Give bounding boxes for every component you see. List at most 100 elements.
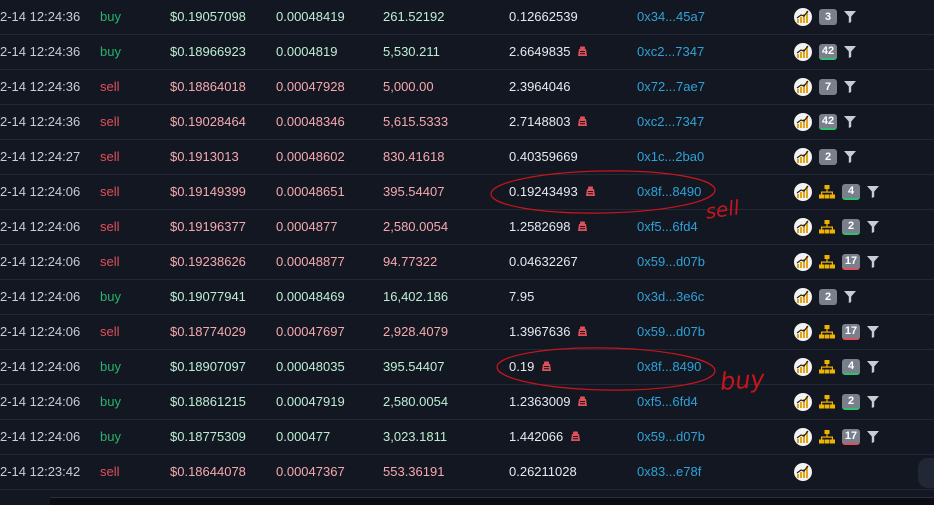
trade-price-usd: $0.19238626	[170, 254, 246, 269]
filter-icon[interactable]	[867, 326, 879, 338]
trade-row: 2-14 12:24:06 sell $0.19196377 0.0004877 2,5…	[0, 210, 934, 245]
chart-coin-icon[interactable]	[794, 253, 812, 271]
trade-total: 0.19	[509, 359, 535, 374]
trade-total: 7.95	[509, 289, 535, 304]
filter-icon[interactable]	[844, 46, 856, 58]
chart-coin-icon[interactable]	[794, 183, 812, 201]
trade-time: 2-14 12:24:06	[0, 219, 81, 234]
maker-address-link[interactable]: 0x8f...8490	[637, 350, 701, 384]
trade-total-cell: 0.12662539	[509, 0, 578, 34]
chart-coin-icon[interactable]	[794, 463, 812, 481]
trade-price-base: 0.00047928	[276, 79, 345, 94]
trade-time: 2-14 12:24:06	[0, 394, 81, 409]
whale-icon	[577, 106, 588, 126]
trade-amount: 2,580.0054	[383, 394, 449, 409]
maker-address-link[interactable]: 0x59...d07b	[637, 315, 705, 349]
maker-address-link[interactable]: 0x34...45a7	[637, 0, 705, 34]
maker-address-link[interactable]: 0x59...d07b	[637, 245, 705, 279]
maker-address-link[interactable]: 0xf5...6fd4	[637, 210, 698, 244]
trade-time: 2-14 12:24:36	[0, 44, 81, 59]
chart-coin-icon[interactable]	[794, 8, 812, 26]
trade-side: buy	[100, 429, 121, 444]
filter-icon[interactable]	[844, 291, 856, 303]
whale-icon	[577, 316, 588, 336]
trade-count-badge[interactable]: 4	[842, 359, 860, 375]
maker-address-link[interactable]: 0x3d...3e6c	[637, 280, 704, 314]
trade-total: 1.2363009	[509, 394, 571, 409]
chart-coin-icon[interactable]	[794, 428, 812, 446]
hierarchy-icon[interactable]	[819, 220, 835, 234]
chart-coin-icon[interactable]	[794, 113, 812, 131]
filter-icon[interactable]	[844, 81, 856, 93]
filter-icon[interactable]	[867, 361, 879, 373]
trade-count-badge[interactable]: 2	[842, 394, 860, 410]
filter-icon[interactable]	[867, 256, 879, 268]
maker-address-link[interactable]: 0x59...d07b	[637, 420, 705, 454]
trade-amount: 94.77322	[383, 254, 438, 269]
chart-coin-icon[interactable]	[794, 288, 812, 306]
chart-coin-icon[interactable]	[794, 148, 812, 166]
trade-time: 2-14 12:23:42	[0, 464, 81, 479]
trade-count-badge[interactable]: 17	[842, 254, 860, 270]
trade-count-badge[interactable]: 17	[842, 429, 860, 445]
trade-price-usd: $0.18907097	[170, 359, 246, 374]
maker-address-link[interactable]: 0x83...e78f	[637, 455, 701, 489]
chart-coin-icon[interactable]	[794, 358, 812, 376]
filter-icon[interactable]	[867, 221, 879, 233]
trade-price-base: 0.000477	[276, 429, 331, 444]
hierarchy-icon[interactable]	[819, 185, 835, 199]
whale-icon	[577, 386, 588, 406]
maker-address-link[interactable]: 0x72...7ae7	[637, 70, 705, 104]
hierarchy-icon[interactable]	[819, 325, 835, 339]
row-actions: 2	[794, 385, 879, 419]
trade-count-badge[interactable]: 42	[819, 114, 837, 130]
trade-count-badge[interactable]: 2	[842, 219, 860, 235]
trade-count-badge[interactable]: 42	[819, 44, 837, 60]
row-actions: 42	[794, 35, 856, 69]
maker-address-link[interactable]: 0x8f...8490	[637, 175, 701, 209]
trade-total-cell: 0.26211028	[509, 455, 577, 489]
row-actions: 17	[794, 420, 879, 454]
trade-amount: 5,615.5333	[383, 114, 449, 129]
trade-price-usd: $0.1913013	[170, 149, 239, 164]
filter-icon[interactable]	[867, 396, 879, 408]
chart-coin-icon[interactable]	[794, 218, 812, 236]
filter-icon[interactable]	[844, 151, 856, 163]
trade-count-badge[interactable]: 17	[842, 324, 860, 340]
trade-total: 1.3967636	[509, 324, 571, 339]
chart-coin-icon[interactable]	[794, 43, 812, 61]
chart-coin-icon[interactable]	[794, 323, 812, 341]
trade-total-cell: 2.3964046	[509, 70, 570, 104]
trade-amount: 16,402.186	[383, 289, 449, 304]
hierarchy-icon[interactable]	[819, 255, 835, 269]
trade-row: 2-14 12:24:06 buy $0.18907097 0.00048035 395…	[0, 350, 934, 385]
trade-total-cell: 1.2363009	[509, 385, 588, 419]
maker-address-link[interactable]: 0x1c...2ba0	[637, 140, 704, 174]
trade-price-usd: $0.19028464	[170, 114, 246, 129]
trade-time: 2-14 12:24:36	[0, 114, 81, 129]
trade-count-badge[interactable]: 3	[819, 9, 837, 25]
trade-count-badge[interactable]: 7	[819, 79, 837, 95]
hierarchy-icon[interactable]	[819, 360, 835, 374]
trade-count-badge[interactable]: 4	[842, 184, 860, 200]
trade-total: 2.6649835	[509, 44, 571, 59]
trade-amount: 2,580.0054	[383, 219, 449, 234]
trade-side: buy	[100, 9, 121, 24]
filter-icon[interactable]	[844, 116, 856, 128]
trade-side: sell	[100, 464, 120, 479]
trade-price-base: 0.00047367	[276, 464, 345, 479]
chart-coin-icon[interactable]	[794, 393, 812, 411]
maker-address-link[interactable]: 0xc2...7347	[637, 105, 704, 139]
trade-count-badge[interactable]: 2	[819, 289, 837, 305]
maker-address-link[interactable]: 0xc2...7347	[637, 35, 704, 69]
filter-icon[interactable]	[867, 186, 879, 198]
filter-icon[interactable]	[867, 431, 879, 443]
hierarchy-icon[interactable]	[819, 430, 835, 444]
filter-icon[interactable]	[844, 11, 856, 23]
trade-count-badge[interactable]: 2	[819, 149, 837, 165]
hierarchy-icon[interactable]	[819, 395, 835, 409]
scroll-handle[interactable]	[918, 458, 934, 488]
maker-address-link[interactable]: 0xf5...6fd4	[637, 385, 698, 419]
chart-coin-icon[interactable]	[794, 78, 812, 96]
trade-row: 2-14 12:24:06 sell $0.19149399 0.00048651 39…	[0, 175, 934, 210]
